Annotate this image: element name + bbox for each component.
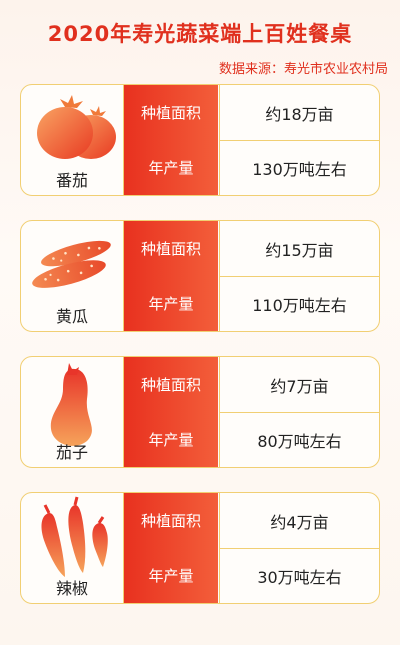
vegetable-name: 番茄	[55, 171, 88, 190]
area-label: 种植面积	[124, 85, 218, 141]
output-value: 30万吨左右	[219, 548, 379, 603]
vegetable-card-eggplant: 茄子 种植面积 年产量 约7万亩 80万吨左右	[20, 356, 380, 468]
area-value: 约7万亩	[219, 357, 379, 413]
output-label: 年产量	[124, 412, 218, 467]
area-label: 种植面积	[124, 221, 218, 277]
area-value: 约15万亩	[219, 221, 379, 277]
area-label: 种植面积	[124, 357, 218, 413]
output-value: 130万吨左右	[219, 140, 379, 195]
area-label: 种植面积	[124, 493, 218, 549]
vegetable-name: 茄子	[55, 443, 88, 462]
output-label: 年产量	[124, 548, 218, 603]
vegetable-card-tomato: 番茄 种植面积 年产量 约18万亩 130万吨左右	[20, 84, 380, 196]
vegetable-name: 黄瓜	[55, 307, 88, 326]
vegetable-card-cucumber: 黄瓜 种植面积 年产量 约15万亩 110万吨左右	[20, 220, 380, 332]
output-label: 年产量	[124, 276, 218, 331]
cucumber-panel: 黄瓜	[21, 221, 124, 331]
vegetable-card-pepper: 辣椒 种植面积 年产量 约4万亩 30万吨左右	[20, 492, 380, 604]
page-title: 2020年寿光蔬菜端上百姓餐桌	[47, 22, 353, 46]
tomato-panel: 番茄	[21, 85, 124, 195]
area-value: 约18万亩	[219, 85, 379, 141]
pepper-panel: 辣椒	[21, 493, 124, 603]
vegetable-name: 辣椒	[55, 579, 88, 598]
eggplant-panel: 茄子	[21, 357, 124, 467]
output-value: 80万吨左右	[219, 412, 379, 467]
data-source: 数据来源：寿光市农业农村局	[218, 62, 388, 77]
area-value: 约4万亩	[219, 493, 379, 549]
output-value: 110万吨左右	[219, 276, 379, 331]
output-label: 年产量	[124, 140, 218, 195]
